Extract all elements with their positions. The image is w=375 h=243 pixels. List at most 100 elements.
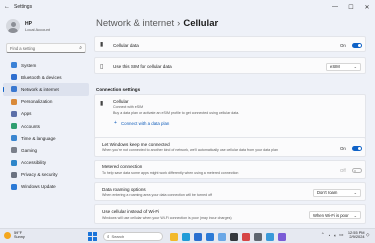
cellular-data-state: On <box>340 42 346 48</box>
sidebar-item-label: Windows Update <box>21 184 56 190</box>
search-icon: ⌕ <box>107 234 110 239</box>
edge-icon[interactable] <box>182 232 190 241</box>
sidebar-item-time-language[interactable]: Time & language <box>3 132 89 144</box>
maximize-button[interactable]: ☐ <box>343 4 359 11</box>
search-icon: ⌕ <box>79 45 82 51</box>
wifi-fallback-card: Use cellular instead of Wi-Fi Windows wi… <box>94 204 366 224</box>
sidebar-item-personalization[interactable]: Personalization <box>3 96 89 108</box>
sidebar-item-label: Gaming <box>21 147 38 153</box>
plus-icon: + <box>114 120 117 126</box>
window-title: Settings <box>14 4 33 10</box>
mail-icon[interactable] <box>206 232 214 241</box>
sidebar-item-label: Apps <box>21 111 32 117</box>
bluetooth-icon <box>11 74 17 81</box>
sidebar-item-apps[interactable]: Apps <box>3 108 89 120</box>
chevron-up-icon[interactable]: ⌃ <box>321 232 325 238</box>
sidebar-item-network-internet[interactable]: Network & internet <box>3 83 89 96</box>
photos-icon[interactable] <box>218 232 226 241</box>
brush-icon <box>11 98 17 105</box>
breadcrumb-parent[interactable]: Network & internet <box>96 18 174 29</box>
wifi-fallback-select[interactable]: When Wi-Fi is poor ⌄ <box>309 211 361 219</box>
breadcrumb-current: Cellular <box>183 18 219 29</box>
metered-toggle[interactable] <box>352 168 362 173</box>
roaming-card: Data roaming options When entering a roa… <box>94 182 366 201</box>
sidebar-item-bluetooth-devices[interactable]: Bluetooth & devices <box>3 71 89 83</box>
roaming-select[interactable]: Don't roam ⌄ <box>313 188 361 197</box>
clock-date: 2/9/2024 <box>349 234 365 240</box>
person-icon <box>11 123 17 130</box>
network-icon <box>11 86 17 93</box>
notification-icon[interactable]: ◇ <box>366 232 369 238</box>
sun-icon <box>4 231 11 239</box>
main-content: Network & internet › Cellular ▮ Cellular d… <box>92 14 375 228</box>
sidebar-item-system[interactable]: System <box>3 59 89 71</box>
cellular-signal-icon: ▮ <box>100 42 104 48</box>
store-icon[interactable] <box>194 232 202 241</box>
volume-icon[interactable]: ◖ <box>333 233 336 238</box>
update-icon <box>11 183 17 190</box>
system-tray: ⌃ ◔ ◖ ▭ 12:55 PM 2/9/2024 ◇ <box>319 230 371 240</box>
taskbar-search-placeholder: Search <box>111 234 125 239</box>
settings-icon[interactable] <box>254 232 262 241</box>
app-icon[interactable] <box>266 232 274 241</box>
profile[interactable]: HP Local Account <box>0 14 92 38</box>
metered-desc: To help save data some apps might work d… <box>102 170 239 175</box>
minimize-button[interactable]: — <box>327 4 343 10</box>
wifi-fallback-desc: Windows will use cellular when your Wi-F… <box>102 215 232 220</box>
sim-select-value: eSIM <box>330 64 340 69</box>
weather-condition: Sunny <box>14 235 25 240</box>
keep-connected-label: Let Windows keep me connected <box>102 141 170 147</box>
sidebar-item-label: System <box>21 62 37 68</box>
cellular-connect-card: ▮ Cellular Connect with eSIM Buy a data … <box>94 94 366 142</box>
controller-icon <box>11 147 17 154</box>
network-icon[interactable]: ◔ <box>328 233 331 238</box>
app-icon[interactable] <box>278 232 286 241</box>
sidebar-item-label: Accounts <box>21 123 40 129</box>
start-button[interactable] <box>88 232 97 241</box>
use-sim-label: Use this SIM for cellular data <box>113 64 172 69</box>
cellular-icon: ▮ <box>100 101 104 107</box>
metered-label: Metered connection <box>102 164 143 169</box>
sidebar: HP Local Account Find a setting ⌕ System… <box>0 14 92 228</box>
accessibility-icon <box>11 159 17 166</box>
page-title: Network & internet › Cellular <box>96 18 218 29</box>
taskbar-search[interactable]: ⌕ Search <box>103 232 163 241</box>
search-placeholder: Find a setting <box>10 45 36 51</box>
search-input[interactable]: Find a setting ⌕ <box>6 43 86 53</box>
breadcrumb-separator: › <box>177 18 181 29</box>
cellular-title: Cellular <box>113 99 129 104</box>
cellular-data-toggle[interactable] <box>352 42 362 48</box>
battery-icon[interactable]: ▭ <box>339 232 343 238</box>
metered-card: Metered connection To help save data som… <box>94 160 366 179</box>
chevron-down-icon: ⌄ <box>353 190 357 195</box>
cellular-description: Buy a data plan or activate an eSIM prof… <box>113 111 240 115</box>
terminal-icon[interactable] <box>230 232 238 241</box>
weather-widget[interactable]: 59°F Sunny <box>4 231 25 240</box>
keep-connected-toggle[interactable] <box>352 145 362 151</box>
wifi-fallback-select-value: When Wi-Fi is poor <box>313 212 349 218</box>
back-arrow-icon[interactable]: ← <box>0 4 14 10</box>
sidebar-item-label: Time & language <box>21 135 56 141</box>
sidebar-item-label: Personalization <box>21 99 53 105</box>
sidebar-item-privacy-security[interactable]: Privacy & security <box>3 169 89 181</box>
sim-select[interactable]: eSIM ⌄ <box>326 62 361 71</box>
file-explorer-icon[interactable] <box>170 232 178 241</box>
sim-icon: ▯ <box>100 63 104 70</box>
sidebar-item-windows-update[interactable]: Windows Update <box>3 181 89 193</box>
cellular-data-label: Cellular data <box>113 42 139 48</box>
sidebar-item-gaming[interactable]: Gaming <box>3 144 89 156</box>
sidebar-item-accessibility[interactable]: Accessibility <box>3 157 89 169</box>
clock-globe-icon <box>11 135 17 142</box>
metered-state: Off <box>340 168 346 173</box>
clock[interactable]: 12:55 PM 2/9/2024 <box>348 230 365 240</box>
connect-data-plan-link[interactable]: Connect with a data plan <box>121 121 169 126</box>
use-sim-card: ▯ Use this SIM for cellular data eSIM ⌄ <box>94 57 366 74</box>
connection-settings-title: Connection settings <box>96 87 141 92</box>
roaming-desc: When entering a roaming area your data c… <box>102 193 213 197</box>
close-button[interactable]: ✕ <box>359 4 375 11</box>
chevron-down-icon: ⌄ <box>353 64 357 69</box>
chevron-down-icon: ⌄ <box>353 212 357 218</box>
sidebar-item-accounts[interactable]: Accounts <box>3 120 89 132</box>
avatar <box>6 19 20 33</box>
app-icon[interactable] <box>242 232 250 241</box>
